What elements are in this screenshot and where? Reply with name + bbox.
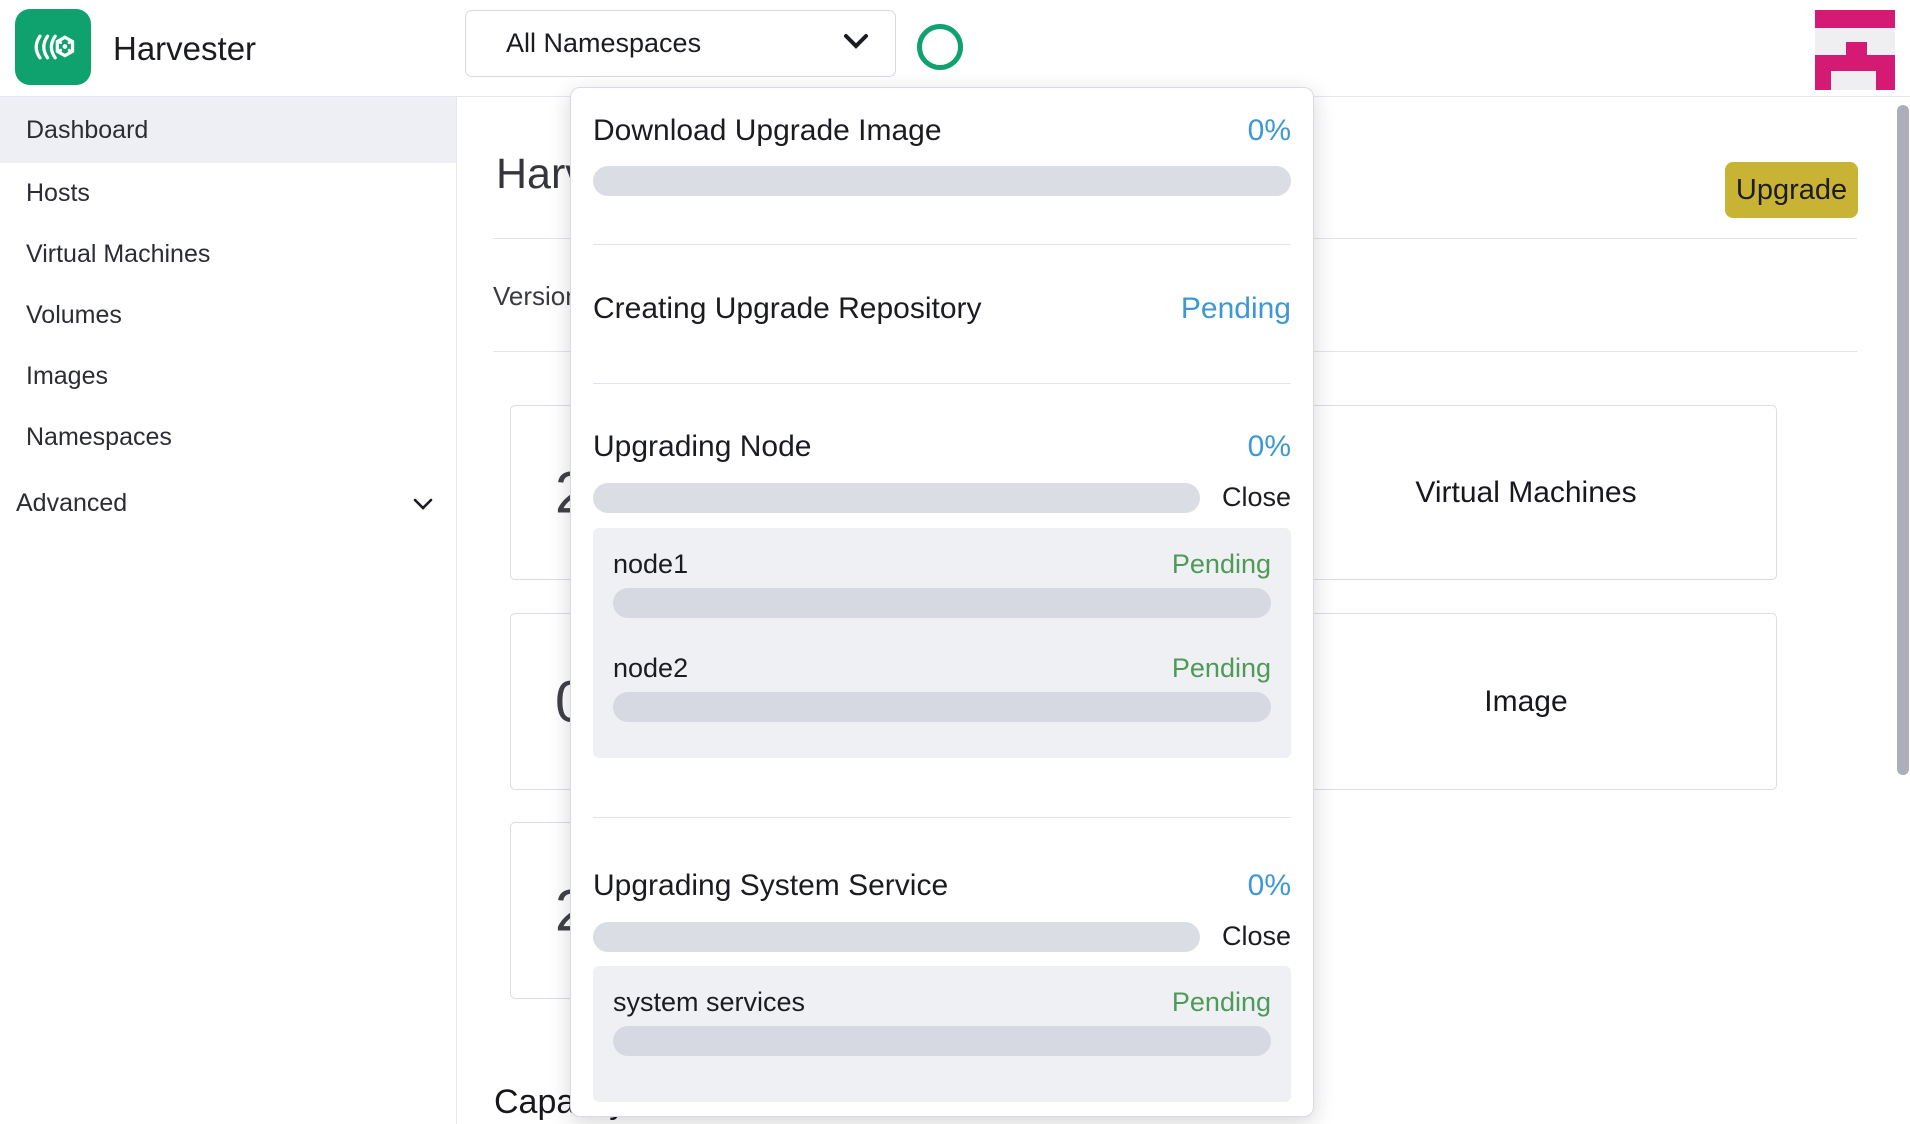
section-status: 0%	[1248, 114, 1291, 148]
node-name: node1	[613, 549, 688, 580]
upgrade-button[interactable]: Upgrade	[1725, 162, 1858, 218]
section-title: Download Upgrade Image	[593, 114, 942, 148]
progress-bar	[593, 922, 1200, 952]
modal-divider	[593, 244, 1291, 245]
sidebar-item-dashboard[interactable]: Dashboard	[0, 97, 456, 163]
node-name: node2	[613, 653, 688, 684]
service-row: system services Pending	[613, 987, 1271, 1018]
sidebar-item-label: Dashboard	[26, 116, 148, 145]
modal-divider	[593, 383, 1291, 384]
progress-bar	[613, 1026, 1271, 1056]
node-status-badge: Pending	[1172, 549, 1271, 580]
service-progress-panel: system services Pending	[593, 966, 1291, 1102]
progress-bar-row: Close	[593, 482, 1291, 513]
progress-bar	[593, 166, 1291, 196]
scrollbar-thumb[interactable]	[1897, 105, 1909, 775]
service-name: system services	[613, 987, 805, 1018]
node-row: node1 Pending	[613, 549, 1271, 580]
section-title: Upgrading Node	[593, 430, 811, 464]
modal-section-download-image: Download Upgrade Image 0%	[593, 114, 1291, 148]
close-link[interactable]: Close	[1222, 482, 1291, 513]
sidebar-group-advanced[interactable]: Advanced	[0, 473, 456, 534]
sidebar-item-volumes[interactable]: Volumes	[0, 285, 456, 346]
progress-bar	[613, 588, 1271, 618]
sidebar-item-images[interactable]: Images	[0, 346, 456, 407]
sidebar-item-hosts[interactable]: Hosts	[0, 163, 456, 224]
harvester-logo-icon	[15, 9, 91, 85]
sidebar-item-label: Virtual Machines	[26, 240, 210, 269]
brand-title: Harvester	[113, 0, 256, 97]
sidebar-item-label: Hosts	[26, 179, 90, 208]
sidebar-group-label: Advanced	[16, 489, 127, 518]
vertical-scrollbar[interactable]	[1896, 97, 1910, 1124]
sidebar-item-virtual-machines[interactable]: Virtual Machines	[0, 224, 456, 285]
section-status: 0%	[1248, 430, 1291, 464]
chevron-down-icon	[841, 31, 871, 56]
service-status-badge: Pending	[1172, 987, 1271, 1018]
chevron-down-icon	[412, 489, 434, 518]
section-title: Upgrading System Service	[593, 869, 948, 903]
version-label: Version	[493, 281, 580, 312]
section-status: Pending	[1181, 292, 1291, 326]
namespace-dropdown-value: All Namespaces	[506, 28, 841, 59]
app-header: Harvester All Namespaces	[0, 0, 1910, 97]
sidebar-item-label: Images	[26, 362, 108, 391]
progress-bar	[613, 692, 1271, 722]
stat-label: Virtual Machines	[1276, 476, 1776, 510]
node-progress-panel: node1 Pending node2 Pending	[593, 528, 1291, 758]
sidebar-item-label: Volumes	[26, 301, 122, 330]
namespace-dropdown[interactable]: All Namespaces	[465, 10, 896, 77]
close-link[interactable]: Close	[1222, 921, 1291, 952]
upgrade-progress-modal: Download Upgrade Image 0% Creating Upgra…	[570, 87, 1314, 1117]
section-title: Creating Upgrade Repository	[593, 292, 982, 326]
sidebar-nav: Dashboard Hosts Virtual Machines Volumes…	[0, 97, 457, 1124]
sidebar-item-label: Namespaces	[26, 423, 172, 452]
progress-bar	[593, 483, 1200, 513]
progress-bar-row: Close	[593, 921, 1291, 952]
modal-section-upgrading-node: Upgrading Node 0%	[593, 430, 1291, 464]
modal-section-create-repository: Creating Upgrade Repository Pending	[593, 292, 1291, 326]
node-row: node2 Pending	[613, 653, 1271, 684]
section-status: 0%	[1248, 869, 1291, 903]
loading-ring-icon	[917, 24, 963, 70]
sidebar-item-namespaces[interactable]: Namespaces	[0, 407, 456, 468]
stat-label: Image	[1276, 685, 1776, 719]
node-status-badge: Pending	[1172, 653, 1271, 684]
modal-section-upgrading-system-service: Upgrading System Service 0%	[593, 869, 1291, 903]
rancher-corner-logo-icon[interactable]	[1815, 10, 1895, 90]
modal-divider	[593, 817, 1291, 818]
